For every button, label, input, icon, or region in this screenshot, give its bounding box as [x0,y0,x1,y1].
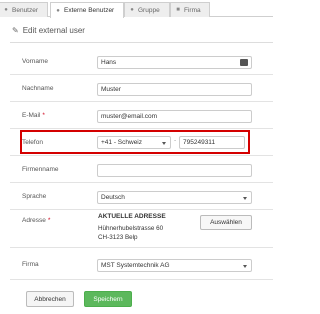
tab-label: Firma [184,6,201,14]
chevron-down-icon [162,142,166,145]
firmenname-label: Firmenname [22,165,59,173]
building-icon: ■ [176,7,180,13]
user-icon: ● [4,7,8,13]
tab-label: Externe Benutzer [64,7,115,14]
cancel-button[interactable]: Abbrechen [26,291,74,307]
chevron-down-icon [243,197,247,200]
address-city: CH-3123 Belp [98,234,138,241]
sprache-value: Deutsch [101,194,125,201]
tab-label: Benutzer [12,6,39,14]
email-value: muster@email.com [101,113,158,120]
required-marker: * [42,111,45,119]
page-title-text: Edit external user [22,26,85,35]
vorname-value: Hans [101,59,117,66]
vorname-field[interactable]: Hans [97,56,252,69]
tab-firma[interactable]: ■ Firma [170,2,210,17]
address-title: AKTUELLE ADRESSE [98,213,166,220]
save-button[interactable]: Speichern [84,291,132,307]
pencil-icon: ✎ [12,26,19,35]
address-street: Hühnerhubelstrasse 60 [98,225,164,232]
sprache-label: Sprache [22,192,47,200]
nachname-value: Muster [101,86,121,93]
tab-label: Gruppe [138,6,160,14]
row-firmenname: Firmenname [10,156,273,183]
row-nachname: Nachname Muster [10,75,273,102]
country-code-value: +41 - Schweiz [101,139,143,146]
firma-select[interactable]: MST Systemtechnik AG [97,259,252,272]
adresse-label: Adresse * [22,217,50,224]
phone-separator: - [174,137,177,144]
nachname-label: Nachname [22,84,54,92]
firma-value: MST Systemtechnik AG [101,262,170,269]
phone-number-field[interactable]: 795249311 [179,136,245,149]
firmenname-field[interactable] [97,164,252,177]
phone-number-value: 795249311 [183,139,216,146]
vorname-label: Vorname [22,57,49,65]
firma-label: Firma [22,261,39,268]
tab-externe-benutzer[interactable]: ● Externe Benutzer [50,2,124,18]
country-code-select[interactable]: +41 - Schweiz [97,136,171,149]
required-marker: * [47,217,51,224]
adresse-label-text: Adresse [22,217,46,224]
sprache-select[interactable]: Deutsch [97,191,252,204]
row-sprache: Sprache Deutsch [10,183,273,210]
tab-benutzer[interactable]: ● Benutzer [0,2,48,17]
group-icon: ● [130,7,134,13]
tab-bar: ● Benutzer ● Externe Benutzer ● Gruppe ■… [0,0,273,18]
email-label-text: E-Mail [22,111,41,119]
row-vorname: Vorname Hans [10,48,273,75]
tab-gruppe[interactable]: ● Gruppe [124,2,170,17]
select-address-button[interactable]: Auswählen [200,215,252,230]
email-field[interactable]: muster@email.com [97,110,252,123]
page-title: ✎ Edit external user [12,26,85,35]
nachname-field[interactable]: Muster [97,83,252,96]
vcard-icon[interactable] [240,59,248,66]
user-icon: ● [56,7,60,14]
email-label: E-Mail * [22,102,45,128]
divider [10,42,273,43]
row-firma: Firma MST Systemtechnik AG [10,250,273,280]
row-email: E-Mail * muster@email.com [10,102,273,129]
chevron-down-icon [243,265,247,268]
